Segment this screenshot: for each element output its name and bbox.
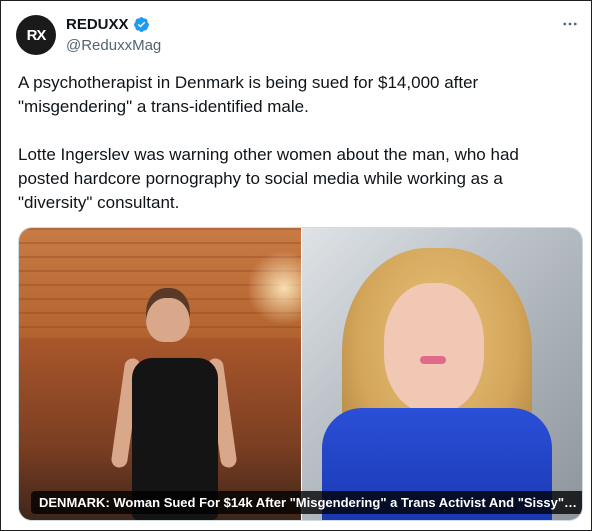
tweet-card: RX REDUXX @ReduxxMag A psychotherapist i…	[0, 0, 592, 531]
avatar[interactable]: RX	[16, 15, 56, 55]
handle[interactable]: @ReduxxMag	[66, 37, 161, 54]
verified-badge-icon	[133, 16, 150, 33]
link-card-media[interactable]: DENMARK: Woman Sued For $14k After "Misg…	[18, 227, 583, 521]
tweet-header: RX REDUXX @ReduxxMag	[16, 15, 581, 59]
tweet-paragraph-2: Lotte Ingerslev was warning other women …	[18, 145, 519, 212]
name-row: REDUXX	[66, 16, 150, 33]
photo-right-face	[384, 283, 484, 413]
photo-left-person	[110, 288, 238, 520]
photo-left-head	[146, 288, 190, 342]
tweet-paragraph-1: A psychotherapist in Denmark is being su…	[18, 73, 479, 116]
photo-left	[19, 228, 319, 520]
photo-right	[302, 228, 582, 520]
avatar-logo: RX	[26, 26, 47, 44]
more-horizontal-icon[interactable]	[561, 15, 579, 37]
link-card-caption[interactable]: DENMARK: Woman Sued For $14k After "Misg…	[31, 491, 582, 514]
tweet-text: A psychotherapist in Denmark is being su…	[18, 71, 570, 215]
photo-right-lips	[420, 356, 446, 364]
display-name[interactable]: REDUXX	[66, 16, 129, 33]
